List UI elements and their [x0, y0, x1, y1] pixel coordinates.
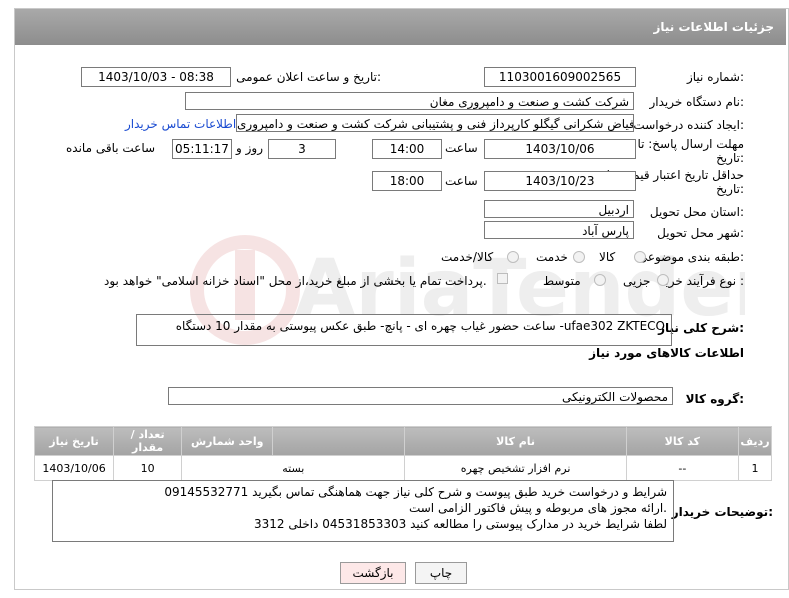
goods-group-label: گروه کالا:	[685, 392, 744, 406]
deadline-date-field: 1403/10/06	[484, 139, 636, 159]
treasury-payment-checkbox[interactable]	[497, 273, 508, 284]
description-textarea[interactable]: ساعت حضور غیاب چهره ای - پانچ- طبق عکس پ…	[136, 314, 672, 346]
deadline-remaining-field: 05:11:17	[172, 139, 232, 159]
col-need-date: تاریخ نیاز	[33, 426, 115, 456]
requester-field: فیاض شکرانی گیگلو کارپرداز فنی و پشتیبان…	[236, 114, 634, 132]
category-option-service: خدمت	[536, 250, 568, 264]
buyer-notes-line3: لطفا شرایط خرید در مدارک پیوستی را مطالع…	[254, 517, 667, 531]
goods-table-header-row: تاریخ نیاز تعداد / مقدار واحد شمارش نام …	[33, 426, 773, 456]
category-option-goods-service: کالا/خدمت	[441, 250, 494, 264]
announce-datetime-label: تاریخ و ساعت اعلان عمومی:	[236, 70, 381, 84]
page-title: جزئیات اطلاعات نیاز	[653, 20, 774, 34]
price-validity-time-label: ساعت	[445, 174, 478, 188]
category-radio-service[interactable]	[573, 251, 585, 263]
col-quantity: تعداد / مقدار	[113, 426, 183, 456]
goods-table: تاریخ نیاز تعداد / مقدار واحد شمارش نام …	[33, 426, 773, 481]
col-unit-dup	[272, 426, 406, 456]
category-radio-goods[interactable]	[634, 251, 646, 263]
province-label: استان محل تحویل:	[649, 205, 744, 219]
goods-group-field: محصولات الکترونیکی	[168, 387, 673, 405]
deadline-days-label: روز و	[236, 141, 263, 155]
purchase-option-medium: متوسط	[543, 274, 581, 288]
goods-section-title: اطلاعات کالاهای مورد نیاز	[589, 346, 744, 360]
category-label: طبقه بندی موضوعی:	[637, 250, 744, 264]
col-unit: واحد شمارش	[181, 426, 274, 456]
deadline-label-line1: مهلت ارسال پاسخ: تا	[637, 137, 744, 151]
category-radio-goods-service[interactable]	[507, 251, 519, 263]
category-option-goods: کالا	[599, 250, 616, 264]
purchase-option-minor: جزیی	[623, 274, 651, 288]
requester-label: ایجاد کننده درخواست:	[633, 118, 744, 132]
deadline-days-field: 3	[268, 139, 336, 159]
need-number-field: 1103001609002565	[484, 67, 636, 87]
deadline-remaining-label: ساعت باقی مانده	[66, 141, 156, 155]
price-validity-label-line2: تاریخ:	[716, 182, 744, 196]
city-field: پارس آباد	[484, 221, 634, 239]
buyer-notes-line1: شرایط و درخواست خرید طبق پیوست و شرح کلی…	[164, 485, 667, 499]
cell-goods-name: نرم افزار تشخیص چهره	[404, 455, 627, 481]
cell-goods-code: --	[625, 455, 739, 481]
purchase-radio-medium[interactable]	[594, 274, 606, 286]
col-row: ردیف	[737, 426, 773, 456]
cell-unit: بسته	[181, 455, 406, 481]
buyer-org-label: نام دستگاه خریدار:	[649, 95, 745, 109]
deadline-label-line2: تاریخ:	[716, 151, 744, 165]
table-row: 1403/10/06 10 بسته نرم افزار تشخیص چهره …	[33, 455, 773, 481]
buyer-notes-box: شرایط و درخواست خرید طبق پیوست و شرح کلی…	[52, 480, 674, 542]
deadline-time-field: 14:00	[372, 139, 442, 159]
need-number-label: شماره نیاز:	[686, 70, 744, 84]
cell-need-date: 1403/10/06	[33, 455, 115, 481]
announce-datetime-field: 1403/10/03 - 08:38	[81, 67, 231, 87]
page-header: جزئیات اطلاعات نیاز	[15, 9, 786, 45]
province-field: اردبیل	[484, 200, 634, 218]
price-validity-time-field: 18:00	[372, 171, 442, 191]
col-goods-code: کد کالا	[625, 426, 739, 456]
buyer-contact-link[interactable]: اطلاعات تماس خریدار	[125, 117, 236, 131]
cell-row: 1	[737, 455, 773, 481]
back-button[interactable]: بازگشت	[340, 562, 406, 584]
buyer-notes-line2: ارائه مجوز های مربوطه و پیش فاکتور الزام…	[408, 501, 667, 515]
purchase-type-label: نوع فرآیند خرید :	[659, 274, 744, 288]
treasury-payment-note: پرداخت تمام یا بخشی از مبلغ خرید،از محل …	[104, 274, 487, 288]
col-goods-name: نام کالا	[404, 426, 627, 456]
price-validity-date-field: 1403/10/23	[484, 171, 636, 191]
buyer-org-field: شرکت کشت و صنعت و دامپروری مغان	[185, 92, 634, 110]
buyer-notes-label: توضیحات خریدار:	[671, 505, 773, 519]
purchase-radio-minor[interactable]	[657, 274, 669, 286]
city-label: شهر محل تحویل:	[657, 226, 744, 240]
print-button[interactable]: چاپ	[415, 562, 467, 584]
cell-quantity: 10	[113, 455, 183, 481]
deadline-time-label: ساعت	[445, 141, 478, 155]
